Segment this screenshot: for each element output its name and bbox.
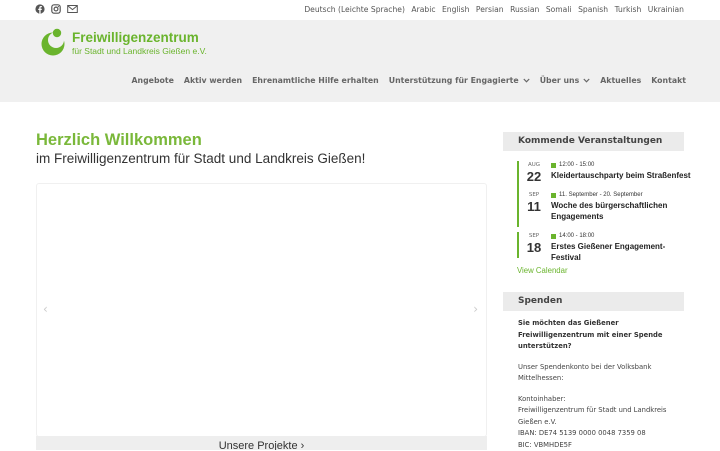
main-navigation: Angebote Aktiv werden Ehrenamtliche Hilf… <box>121 76 686 85</box>
event-day: 18 <box>519 240 549 255</box>
slider-next-button[interactable]: › <box>473 302 478 316</box>
nav-item-kontakt[interactable]: Kontakt <box>651 76 686 85</box>
page-subtitle: im Freiwilligenzentrum für Stadt und Lan… <box>36 151 365 166</box>
nav-item-aktuelles[interactable]: Aktuelles <box>600 76 641 85</box>
site-header: Freiwilligenzentrum für Stadt und Landkr… <box>0 20 720 102</box>
nav-label: Kontakt <box>651 76 686 85</box>
chevron-down-icon <box>583 78 590 83</box>
donate-question: Sie möchten das Gießener Freiwilligenzen… <box>518 318 678 353</box>
instagram-icon[interactable] <box>51 4 61 14</box>
events-widget-title: Kommende Veranstaltungen <box>503 132 684 151</box>
facebook-icon[interactable] <box>35 4 45 14</box>
nav-label: Aktuelles <box>600 76 641 85</box>
nav-item-ehrenamtliche-hilfe[interactable]: Ehrenamtliche Hilfe erhalten <box>252 76 379 85</box>
nav-item-ueber-uns[interactable]: Über uns <box>540 76 591 85</box>
event-month: SEP <box>519 192 549 198</box>
donate-holder: Freiwilligenzentrum für Stadt und Landkr… <box>518 405 678 428</box>
page-title: Herzlich Willkommen <box>36 131 202 150</box>
donate-widget-title: Spenden <box>503 292 684 311</box>
site-logo[interactable]: Freiwilligenzentrum für Stadt und Landkr… <box>39 28 209 58</box>
donate-account-intro: Unser Spendenkonto bei der Volksbank Mit… <box>518 362 678 385</box>
logo-mark-icon <box>39 28 71 58</box>
nav-label: Ehrenamtliche Hilfe erhalten <box>252 76 379 85</box>
event-time-text: 11. September - 20. September <box>559 192 643 198</box>
donate-text: Sie möchten das Gießener Freiwilligenzen… <box>518 318 678 451</box>
nav-item-angebote[interactable]: Angebote <box>131 76 173 85</box>
event-title[interactable]: Woche des bürgerschaftlichen Engagements <box>551 201 691 222</box>
event-item[interactable]: AUG 22 12:00 - 15:00 Kleidertauschparty … <box>517 161 687 194</box>
logo-title: Freiwilligenzentrum <box>72 30 199 45</box>
nav-label: Über uns <box>540 76 580 85</box>
event-time-text: 12:00 - 15:00 <box>559 162 594 168</box>
lang-link-arabic[interactable]: Arabic <box>411 5 435 14</box>
event-day: 22 <box>519 169 549 184</box>
event-time: 11. September - 20. September <box>551 192 643 198</box>
donate-holder-label: Kontoinhaber: <box>518 394 678 406</box>
mail-icon[interactable] <box>67 4 78 14</box>
language-switcher: Deutsch (Leichte Sprache) Arabic English… <box>298 5 684 14</box>
event-marker-icon <box>551 234 556 239</box>
lang-link-spanish[interactable]: Spanish <box>578 5 608 14</box>
nav-label: Aktiv werden <box>184 76 242 85</box>
lang-link-persian[interactable]: Persian <box>476 5 504 14</box>
lang-link-turkish[interactable]: Turkish <box>615 5 642 14</box>
event-marker-icon <box>551 193 556 198</box>
view-calendar-link[interactable]: View Calendar <box>517 266 568 275</box>
projects-link[interactable]: Unsere Projekte › <box>36 436 487 450</box>
event-item[interactable]: SEP 11 11. September - 20. September Woc… <box>517 191 687 227</box>
lang-link-russian[interactable]: Russian <box>510 5 539 14</box>
event-month: AUG <box>519 162 549 168</box>
event-month: SEP <box>519 233 549 239</box>
event-time: 14:00 - 18:00 <box>551 233 594 239</box>
lang-link-ukrainian[interactable]: Ukrainian <box>648 5 684 14</box>
top-bar: Deutsch (Leichte Sprache) Arabic English… <box>0 0 720 20</box>
event-title[interactable]: Kleidertauschparty beim Straßenfest <box>551 171 691 182</box>
chevron-down-icon <box>523 78 530 83</box>
event-title[interactable]: Erstes Gießener Engagement-Festival <box>551 242 691 263</box>
nav-item-unterstuetzung[interactable]: Unterstützung für Engagierte <box>389 76 530 85</box>
logo-subtitle: für Stadt und Landkreis Gießen e.V. <box>72 46 207 56</box>
event-time-text: 14:00 - 18:00 <box>559 233 594 239</box>
image-slider: ‹ › <box>36 183 487 437</box>
lang-link-somali[interactable]: Somali <box>546 5 572 14</box>
donate-bic: BIC: VBMHDE5F <box>518 440 678 451</box>
nav-label: Angebote <box>131 76 173 85</box>
donate-iban: IBAN: DE74 5139 0000 0048 7359 08 <box>518 428 678 440</box>
lang-link-leichte-sprache[interactable]: Deutsch (Leichte Sprache) <box>304 5 405 14</box>
event-item[interactable]: SEP 18 14:00 - 18:00 Erstes Gießener Eng… <box>517 232 687 258</box>
event-marker-icon <box>551 163 556 168</box>
lang-link-english[interactable]: English <box>442 5 469 14</box>
event-day: 11 <box>519 199 549 214</box>
slider-prev-button[interactable]: ‹ <box>43 302 48 316</box>
social-links <box>35 4 78 14</box>
nav-label: Unterstützung für Engagierte <box>389 76 519 85</box>
nav-item-aktiv-werden[interactable]: Aktiv werden <box>184 76 242 85</box>
event-time: 12:00 - 15:00 <box>551 162 594 168</box>
